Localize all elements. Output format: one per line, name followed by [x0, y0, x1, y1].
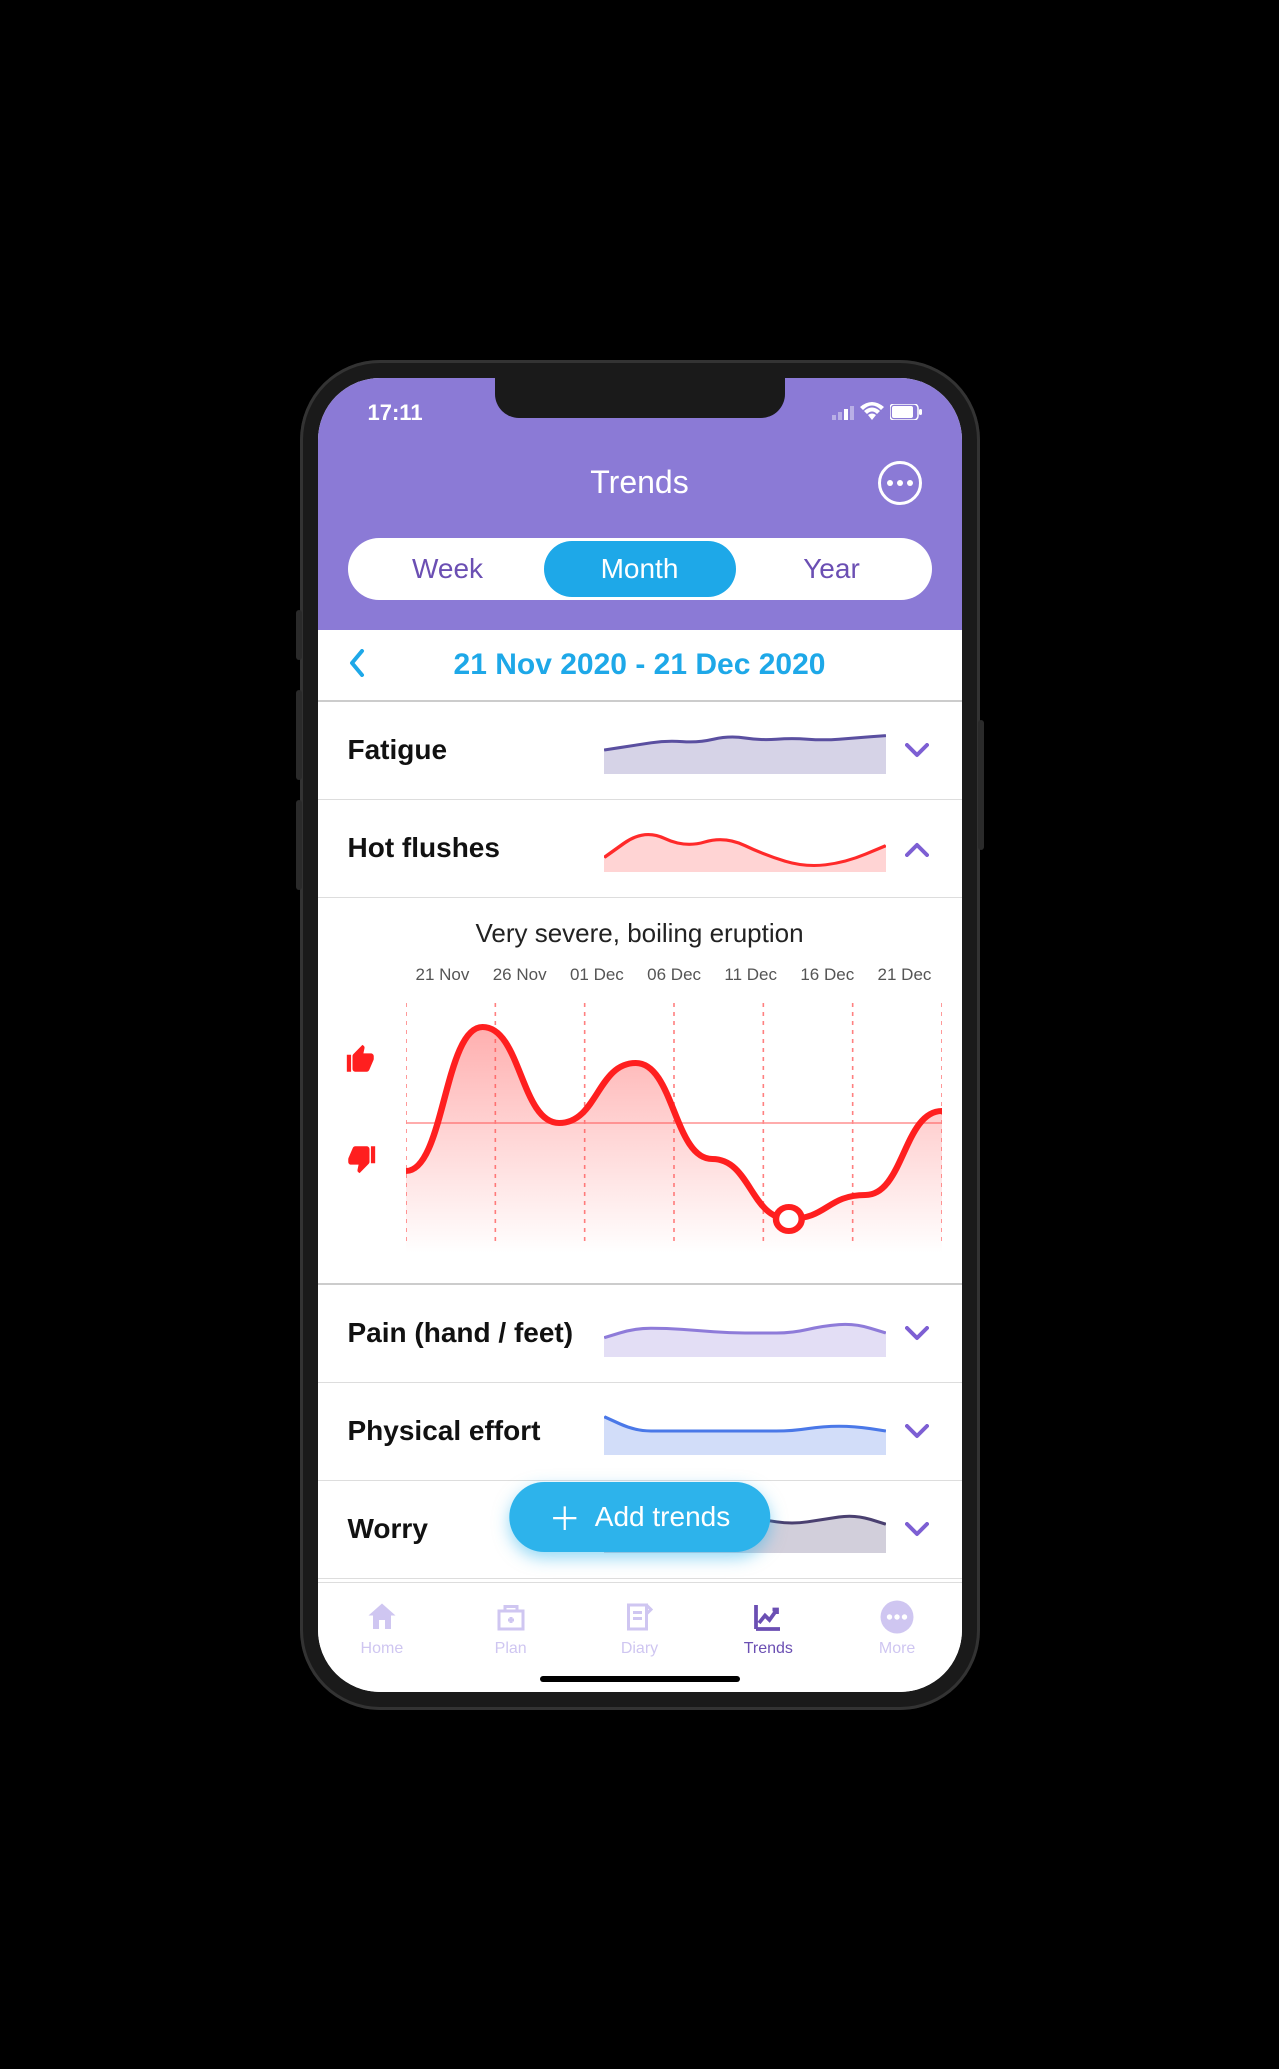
trend-label: Fatigue [348, 734, 588, 766]
tab-label: Diary [621, 1640, 658, 1658]
prev-period-button[interactable] [348, 644, 366, 686]
chart-date-tick: 01 Dec [570, 965, 624, 985]
tab-more[interactable]: More [833, 1583, 962, 1674]
fab-label: Add trends [595, 1501, 730, 1533]
segment-year[interactable]: Year [736, 541, 928, 597]
chevron-down-icon [902, 734, 932, 766]
segment-week[interactable]: Week [352, 541, 544, 597]
chart-date-tick: 21 Dec [878, 965, 932, 985]
tab-diary[interactable]: Diary [575, 1583, 704, 1674]
cellular-icon [832, 400, 854, 426]
sparkline-pain [604, 1309, 886, 1357]
diary-icon [621, 1598, 657, 1636]
tab-plan[interactable]: Plan [446, 1583, 575, 1674]
more-icon [879, 1598, 915, 1636]
tab-home[interactable]: Home [318, 1583, 447, 1674]
tab-label: More [879, 1640, 915, 1658]
trend-label: Pain (hand / feet) [348, 1317, 588, 1349]
trend-row-hot-flushes[interactable]: Hot flushes [318, 800, 962, 898]
sparkline-hot-flushes [604, 824, 886, 872]
segment-month[interactable]: Month [544, 541, 736, 597]
chart-title: Very severe, boiling eruption [338, 918, 942, 949]
page-title: Trends [590, 464, 688, 501]
tab-label: Home [361, 1640, 404, 1658]
period-segmented-control: Week Month Year [348, 538, 932, 600]
trends-icon [750, 1598, 786, 1636]
chart-date-tick: 21 Nov [416, 965, 470, 985]
sparkline-fatigue [604, 726, 886, 774]
chart-date-tick: 16 Dec [800, 965, 854, 985]
battery-icon [890, 400, 922, 426]
chevron-down-icon [902, 1415, 932, 1447]
trends-list: Fatigue Hot flushes [318, 702, 962, 1582]
home-icon [364, 1598, 400, 1636]
home-indicator[interactable] [540, 1676, 740, 1682]
chart-date-tick: 06 Dec [647, 965, 701, 985]
tab-label: Trends [744, 1640, 793, 1658]
sparkline-physical-effort [604, 1407, 886, 1455]
trend-row-fatigue[interactable]: Fatigue [318, 702, 962, 800]
chevron-up-icon [902, 832, 932, 864]
plan-icon [493, 1598, 529, 1636]
status-time: 17:11 [368, 400, 423, 426]
thumbs-down-icon [344, 1142, 396, 1184]
header: Trends Week Month Year [318, 438, 962, 630]
tab-label: Plan [495, 1640, 527, 1658]
trend-row-physical-effort[interactable]: Physical effort [318, 1383, 962, 1481]
thumbs-up-icon [344, 1042, 396, 1084]
chart-date-tick: 26 Nov [493, 965, 547, 985]
chart-svg [406, 993, 942, 1253]
add-trends-button[interactable]: ＋ Add trends [509, 1482, 770, 1552]
chevron-down-icon [902, 1317, 932, 1349]
chart-date-tick: 11 Dec [724, 965, 777, 985]
trend-label: Physical effort [348, 1415, 588, 1447]
date-range-label: 21 Nov 2020 - 21 Dec 2020 [366, 648, 914, 682]
more-options-button[interactable] [878, 461, 922, 505]
date-range-nav: 21 Nov 2020 - 21 Dec 2020 [318, 630, 962, 702]
expanded-chart: Very severe, boiling eruption 21 Nov 26 … [318, 898, 962, 1285]
tab-trends[interactable]: Trends [704, 1583, 833, 1674]
trend-row-pain[interactable]: Pain (hand / feet) [318, 1285, 962, 1383]
wifi-icon [860, 400, 884, 426]
chart-date-labels: 21 Nov 26 Nov 01 Dec 06 Dec 11 Dec 16 De… [338, 965, 942, 985]
trend-label: Hot flushes [348, 832, 588, 864]
notch [495, 378, 785, 418]
chevron-down-icon [902, 1513, 932, 1545]
plus-icon: ＋ [549, 1494, 581, 1540]
